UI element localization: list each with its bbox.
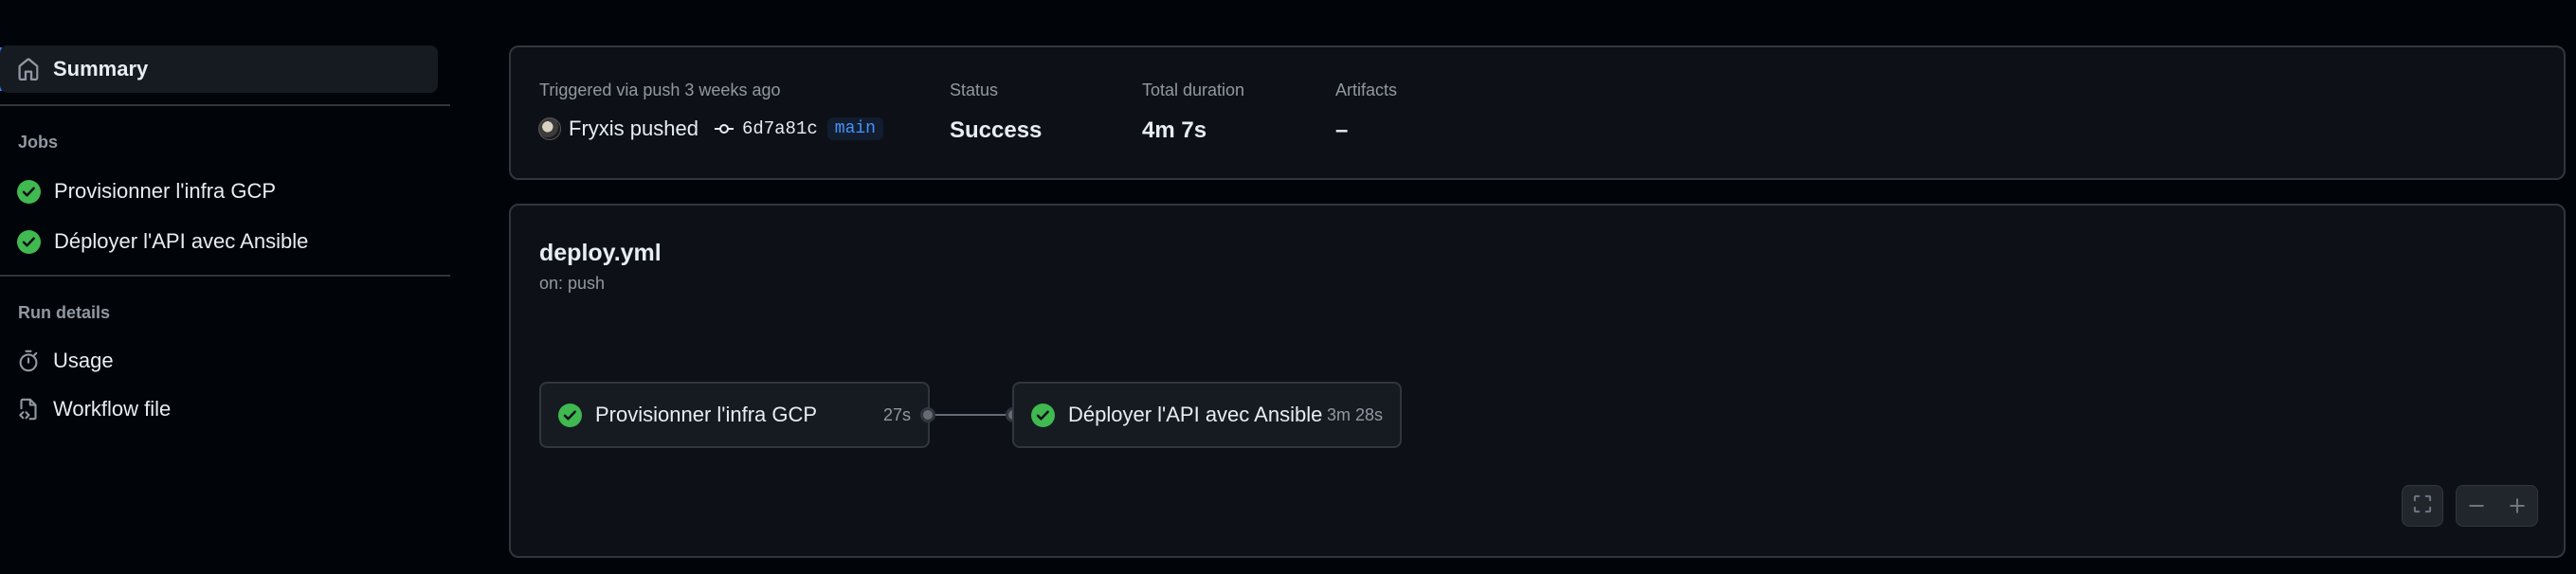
avatar[interactable] [538,117,561,140]
sidebar-divider [0,275,450,277]
sidebar-item-label: Summary [53,57,149,81]
job-duration: 27s [882,404,911,424]
sidebar-item-job-deploy[interactable]: Déployer l'API avec Ansible [0,218,308,265]
connector-dot [920,407,935,422]
workflow-graph-card [509,204,2566,558]
sidebar-item-usage[interactable]: Usage [0,337,114,385]
sidebar-item-label: Workflow file [53,397,172,421]
artifacts-value: – [1335,117,1349,143]
file-code-icon [17,398,40,421]
sidebar-divider [0,104,450,106]
run-details-heading: Run details [18,303,111,322]
run-summary-card [509,45,2566,180]
workflow-trigger: on: push [539,274,606,293]
sidebar-item-label: Usage [53,349,114,372]
job-connector [935,414,1011,416]
zoom-out-icon [2469,504,2485,508]
job-node-deploy[interactable]: Déployer l'API avec Ansible 3m 28s [1012,382,1402,448]
actor-pushed[interactable]: Fryxis pushed [569,117,698,141]
stopwatch-icon [17,350,40,372]
check-circle-icon [558,403,582,427]
zoom-in-button[interactable] [2497,497,2538,514]
artifacts-label: Artifacts [1335,81,1398,99]
git-commit-icon [714,122,735,135]
job-name: Déployer l'API avec Ansible [1068,403,1323,426]
fullscreen-button[interactable] [2402,485,2443,527]
sidebar-item-summary[interactable]: Summary [0,45,438,93]
zoom-in-icon [2509,498,2525,513]
trigger-text: Triggered via push 3 weeks ago [539,81,781,99]
workflow-filename[interactable]: deploy.yml [539,240,662,267]
check-circle-icon [17,179,41,204]
home-icon [17,58,40,81]
job-name: Provisionner l'infra GCP [595,403,818,426]
zoom-out-button[interactable] [2457,497,2497,514]
jobs-heading: Jobs [18,133,59,152]
sidebar-item-label: Déployer l'API avec Ansible [54,229,309,253]
push-info: Fryxis pushed 6d7a81c main [538,117,883,141]
job-node-provision[interactable]: Provisionner l'infra GCP 27s [539,382,930,448]
branch-badge[interactable]: main [826,117,883,140]
sidebar-item-workflow-file[interactable]: Workflow file [0,386,171,433]
job-duration: 3m 28s [1326,404,1383,424]
status-label: Status [950,81,999,99]
sidebar-item-label: Provisionner l'infra GCP [54,179,277,203]
sidebar-item-job-provision[interactable]: Provisionner l'infra GCP [0,168,276,215]
check-circle-icon [1031,403,1055,427]
status-value: Success [950,117,1043,143]
fullscreen-icon [2413,494,2432,518]
zoom-controls [2456,485,2538,527]
commit-sha-link[interactable]: 6d7a81c [742,118,818,139]
sidebar: Summary Jobs Provisionner l'infra GCP Dé… [0,0,450,574]
duration-value: 4m 7s [1142,117,1207,143]
duration-label: Total duration [1142,81,1245,99]
check-circle-icon [17,229,41,254]
